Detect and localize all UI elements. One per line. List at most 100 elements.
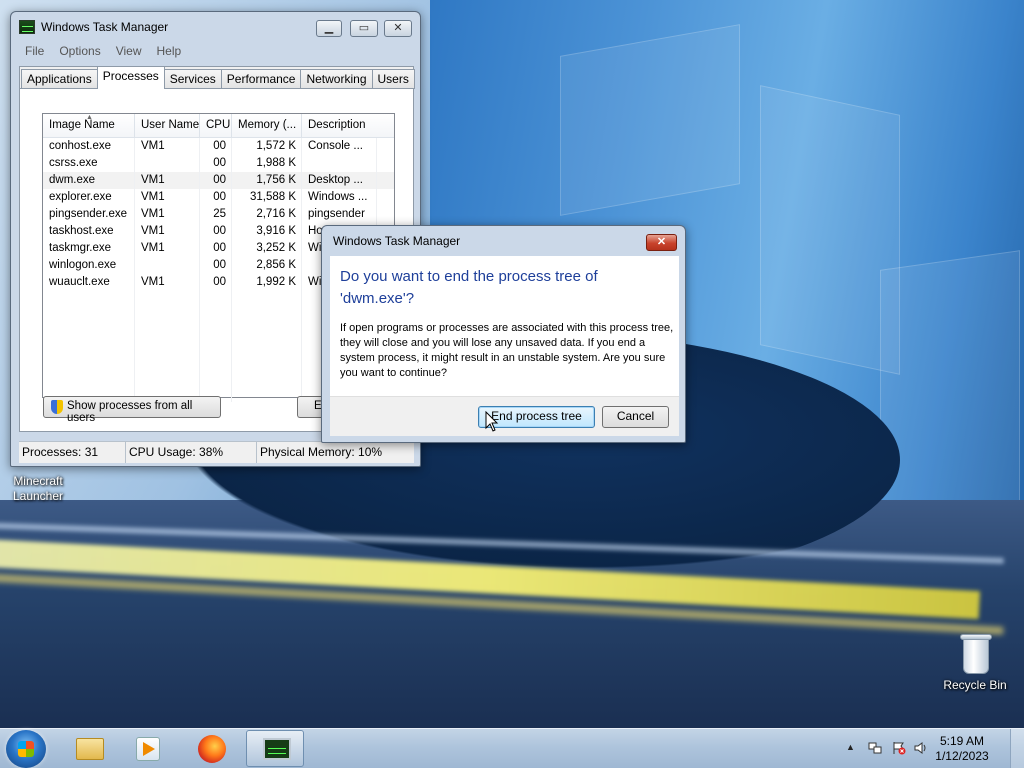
show-all-processes-button[interactable]: Show processes from all users — [43, 396, 221, 424]
menu-help[interactable]: Help — [157, 44, 182, 62]
tab-strip: Applications Processes Services Performa… — [21, 66, 415, 89]
taskbar-task-manager[interactable] — [246, 730, 304, 767]
taskbar: ▲ 5:19 AM 1/12/2023 — [0, 728, 1024, 768]
clock[interactable]: 5:19 AM 1/12/2023 — [929, 734, 995, 764]
recycle-bin-icon — [957, 632, 993, 676]
column-cpu[interactable]: CPU — [200, 114, 232, 137]
cell-image-name: dwm.exe — [43, 172, 135, 189]
clock-time: 5:19 AM — [939, 734, 985, 748]
cell-description: Windows ... — [302, 189, 377, 206]
task-manager-icon — [263, 738, 291, 760]
cell-image-name: explorer.exe — [43, 189, 135, 206]
cell-description: pingsender — [302, 206, 377, 223]
wallpaper-panel — [560, 24, 740, 216]
cell-cpu: 00 — [200, 240, 232, 257]
show-hidden-icons-icon[interactable]: ▲ — [846, 742, 855, 752]
dialog-content: Do you want to end the process tree of '… — [330, 256, 679, 396]
cell-description: Desktop ... — [302, 172, 377, 189]
status-cpu-usage: CPU Usage: 38% — [126, 442, 257, 463]
cell-image-name: conhost.exe — [43, 138, 135, 155]
menu-options[interactable]: Options — [59, 44, 100, 62]
minimize-button[interactable]: ▁ — [316, 20, 342, 37]
cell-cpu: 00 — [200, 155, 232, 172]
menu-view[interactable]: View — [116, 44, 142, 62]
status-physical-memory: Physical Memory: 10% — [260, 445, 383, 459]
cell-image-name: pingsender.exe — [43, 206, 135, 223]
close-button[interactable]: ✕ — [384, 20, 412, 37]
taskbar-windows-explorer[interactable] — [60, 730, 118, 767]
cell-user-name — [135, 257, 200, 274]
cell-user-name: VM1 — [135, 223, 200, 240]
table-row[interactable]: explorer.exe VM1 00 31,588 K Windows ... — [43, 189, 394, 206]
title-bar[interactable]: Windows Task Manager ▁ ▭ ✕ — [11, 12, 420, 42]
desktop-icon-label: Recycle Bin — [943, 678, 1007, 692]
cell-image-name: csrss.exe — [43, 155, 135, 172]
column-description[interactable]: Description — [302, 114, 377, 137]
cell-image-name: wuauclt.exe — [43, 274, 135, 291]
desktop-icon-recycle-bin[interactable]: Recycle Bin — [940, 632, 1010, 693]
tab-services[interactable]: Services — [163, 69, 222, 89]
cell-cpu: 00 — [200, 274, 232, 291]
cell-memory: 1,572 K — [232, 138, 302, 155]
desktop-icon-minecraft-launcher[interactable]: Minecraft Launcher — [3, 474, 73, 504]
uac-shield-icon — [51, 400, 63, 414]
task-manager-icon — [19, 20, 35, 34]
cell-user-name: VM1 — [135, 206, 200, 223]
status-processes: Processes: 31 — [19, 442, 126, 463]
network-icon[interactable] — [868, 741, 882, 755]
cell-user-name: VM1 — [135, 138, 200, 155]
cell-description: Console ... — [302, 138, 377, 155]
table-row[interactable]: conhost.exe VM1 00 1,572 K Console ... — [43, 138, 394, 155]
cell-cpu: 25 — [200, 206, 232, 223]
cell-memory: 31,588 K — [232, 189, 302, 206]
table-row[interactable]: pingsender.exe VM1 25 2,716 K pingsender — [43, 206, 394, 223]
cell-memory: 2,856 K — [232, 257, 302, 274]
clock-date: 1/12/2023 — [935, 749, 989, 763]
menu-file[interactable]: File — [25, 44, 44, 62]
tab-performance[interactable]: Performance — [220, 69, 302, 89]
sort-ascending-icon: ▲ — [86, 114, 93, 121]
tab-users[interactable]: Users — [371, 69, 415, 89]
cell-image-name: taskhost.exe — [43, 223, 135, 240]
cell-user-name: VM1 — [135, 240, 200, 257]
dialog-close-button[interactable]: ✕ — [646, 234, 677, 251]
confirm-dialog: Windows Task Manager ✕ Do you want to en… — [321, 225, 686, 443]
cell-memory: 1,988 K — [232, 155, 302, 172]
list-header: ▲ Image Name User Name CPU Memory (... D… — [43, 114, 394, 138]
cancel-button[interactable]: Cancel — [602, 406, 669, 428]
taskbar-media-player[interactable] — [118, 730, 176, 767]
cell-cpu: 00 — [200, 223, 232, 240]
volume-icon[interactable] — [914, 741, 928, 755]
cell-user-name: VM1 — [135, 274, 200, 291]
firefox-icon — [198, 735, 226, 763]
cell-user-name — [135, 155, 200, 172]
cell-cpu: 00 — [200, 172, 232, 189]
media-player-icon — [136, 737, 160, 761]
cell-user-name: VM1 — [135, 189, 200, 206]
maximize-button[interactable]: ▭ — [350, 20, 378, 37]
action-center-flag-icon[interactable] — [892, 741, 906, 755]
cell-memory: 1,756 K — [232, 172, 302, 189]
menu-bar: File Options View Help — [11, 42, 420, 62]
cell-cpu: 00 — [200, 257, 232, 274]
tab-applications[interactable]: Applications — [21, 69, 98, 89]
column-user-name[interactable]: User Name — [135, 114, 200, 137]
cell-image-name: taskmgr.exe — [43, 240, 135, 257]
show-desktop-button[interactable] — [1010, 729, 1024, 768]
table-row-selected[interactable]: dwm.exe VM1 00 1,756 K Desktop ... — [43, 172, 394, 189]
dialog-heading: Do you want to end the process tree of '… — [340, 268, 598, 307]
cell-memory: 3,252 K — [232, 240, 302, 257]
cell-cpu: 00 — [200, 138, 232, 155]
tab-processes[interactable]: Processes — [96, 66, 165, 89]
column-memory[interactable]: Memory (... — [232, 114, 302, 137]
dialog-footer: End process tree Cancel — [330, 396, 679, 436]
start-button[interactable] — [6, 730, 46, 768]
tab-networking[interactable]: Networking — [300, 69, 373, 89]
dialog-title: Windows Task Manager — [333, 234, 461, 248]
dialog-title-bar[interactable]: Windows Task Manager ✕ — [322, 226, 685, 256]
cell-memory: 2,716 K — [232, 206, 302, 223]
column-image-name[interactable]: ▲ Image Name — [43, 114, 135, 137]
cell-image-name: winlogon.exe — [43, 257, 135, 274]
table-row[interactable]: csrss.exe 00 1,988 K — [43, 155, 394, 172]
taskbar-firefox[interactable] — [182, 730, 240, 767]
